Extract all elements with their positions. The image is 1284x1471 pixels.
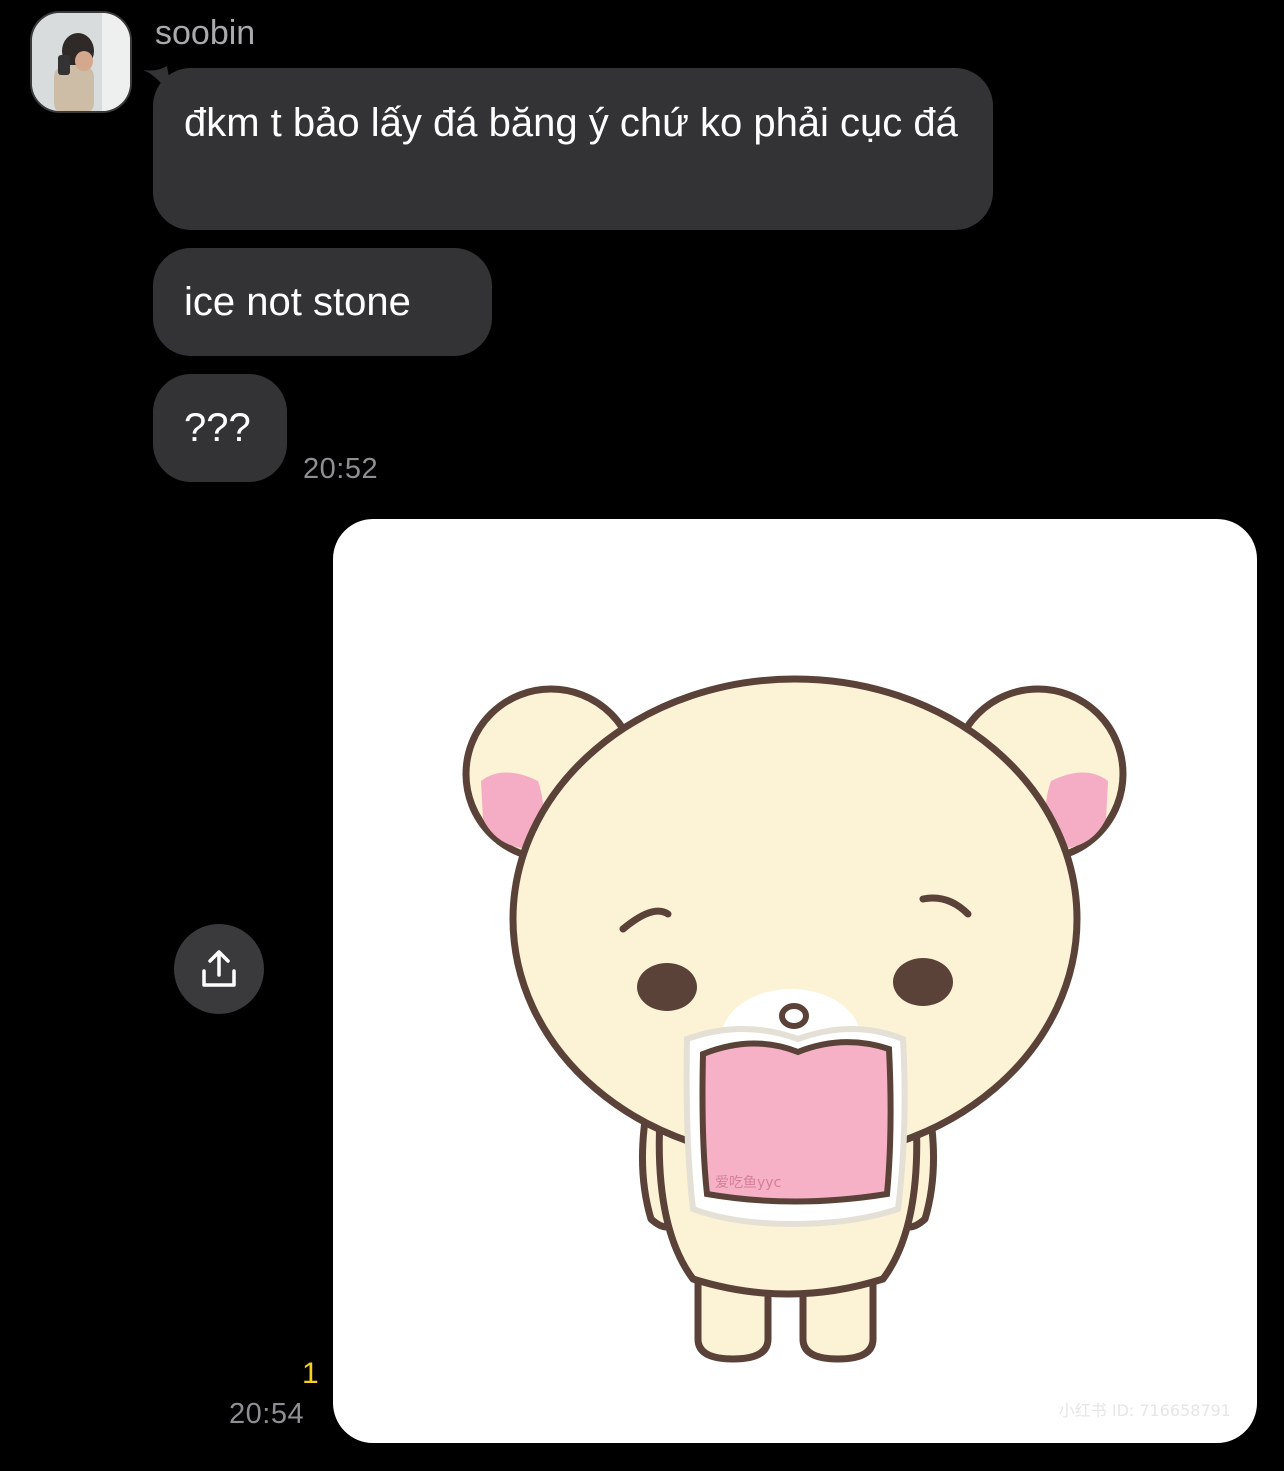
share-button[interactable]	[174, 924, 264, 1014]
image-message[interactable]: 爱吃鱼yyc 小红书 ID: 716658791	[333, 519, 1257, 1443]
message-bubble[interactable]: ???	[153, 374, 287, 482]
message-timestamp: 20:52	[303, 453, 379, 485]
message-timestamp: 20:54	[229, 1398, 305, 1430]
message-text: ???	[184, 406, 251, 450]
sender-name: soobin	[155, 14, 256, 52]
message-text: ice not stone	[184, 280, 411, 324]
message-bubble[interactable]: đkm t bảo lấy đá băng ý chứ ko phải cục …	[153, 68, 993, 230]
message-bubble[interactable]: ice not stone	[153, 248, 492, 356]
bear-sticker-image: 爱吃鱼yyc	[462, 675, 1127, 1363]
share-icon	[202, 950, 236, 987]
message-text: đkm t bảo lấy đá băng ý chứ ko phải cục …	[184, 101, 958, 145]
mouth-text: 爱吃鱼yyc	[715, 1174, 781, 1191]
image-watermark: 小红书 ID: 716658791	[1058, 1401, 1231, 1420]
avatar[interactable]	[30, 11, 132, 113]
read-count: 1	[302, 1357, 319, 1390]
avatar-image	[32, 13, 130, 111]
